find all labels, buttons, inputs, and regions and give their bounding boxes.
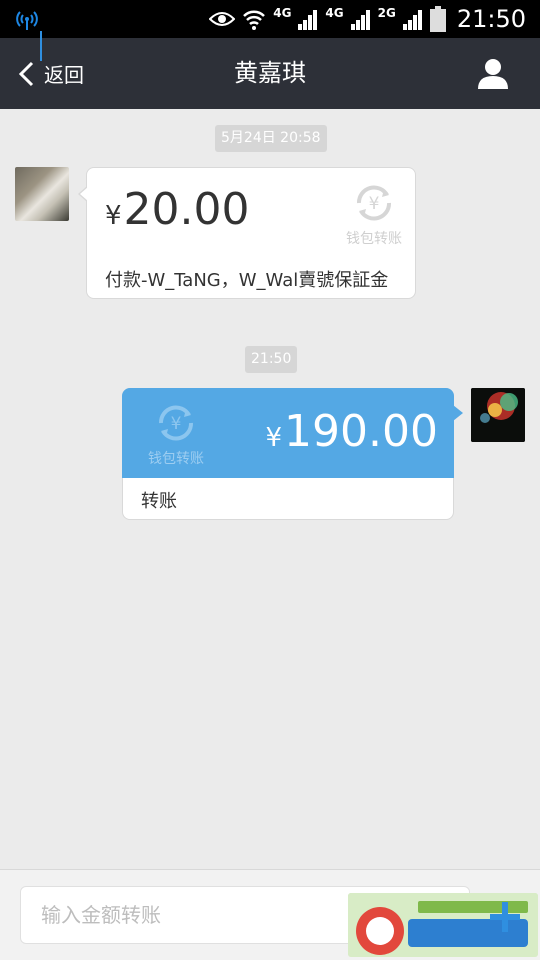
wallet-transfer-watermark: ¥ 钱包转账 (140, 400, 212, 468)
signal-icon (298, 10, 318, 30)
wallet-transfer-watermark: ¥ 钱包转账 (339, 180, 409, 248)
network-label-3: 2G (377, 6, 396, 20)
profile-icon[interactable] (476, 56, 510, 90)
status-bar: 4G 4G 2G 21:50 (0, 0, 540, 38)
transfer-amount: ¥20.00 (105, 184, 250, 235)
back-label: 返回 (44, 63, 84, 87)
amount-value: 20.00 (123, 184, 250, 235)
service-label: 钱包转账 (346, 231, 402, 247)
text-cursor (40, 31, 42, 61)
back-chevron-icon (18, 61, 34, 86)
eye-icon (209, 12, 236, 26)
signal-icon (402, 10, 422, 30)
timestamp: 5月24日 20:58 (215, 125, 327, 152)
amount-value: 190.00 (284, 406, 438, 457)
wifi-icon (243, 10, 266, 30)
transfer-amount: ¥190.00 (265, 406, 438, 457)
chat-header: 返回 黄嘉琪 (0, 38, 540, 109)
service-label: 钱包转账 (148, 451, 204, 467)
transfer-note: 转账 (141, 491, 177, 512)
clock: 21:50 (456, 5, 526, 33)
svg-text:¥: ¥ (171, 414, 182, 434)
svg-text:¥: ¥ (369, 194, 380, 214)
avatar[interactable] (15, 167, 69, 221)
yen-transfer-icon: ¥ (356, 185, 392, 221)
timestamp: 21:50 (245, 346, 298, 373)
plus-icon[interactable] (488, 900, 522, 934)
transfer-card-sent[interactable]: ¥ 钱包转账 ¥190.00 转账 (122, 388, 463, 520)
transfer-card-header: ¥ 钱包转账 ¥190.00 (122, 388, 454, 478)
back-button[interactable]: 返回 (18, 38, 84, 109)
network-label-1: 4G (273, 6, 292, 20)
hotspot-icon (16, 11, 38, 30)
currency-symbol: ¥ (265, 423, 283, 453)
network-label-2: 4G (325, 6, 344, 20)
battery-icon (429, 6, 446, 32)
yen-transfer-icon: ¥ (158, 405, 194, 441)
transfer-card-received[interactable]: ¥20.00 ¥ 钱包转账 付款-W_TaNG，W_Wal賣號保証金 (78, 167, 416, 299)
avatar[interactable] (471, 388, 525, 442)
signal-icon (350, 10, 370, 30)
avatar-image (471, 388, 525, 442)
currency-symbol: ¥ (105, 201, 122, 231)
transfer-note: 付款-W_TaNG，W_Wal賣號保証金 (105, 270, 389, 291)
